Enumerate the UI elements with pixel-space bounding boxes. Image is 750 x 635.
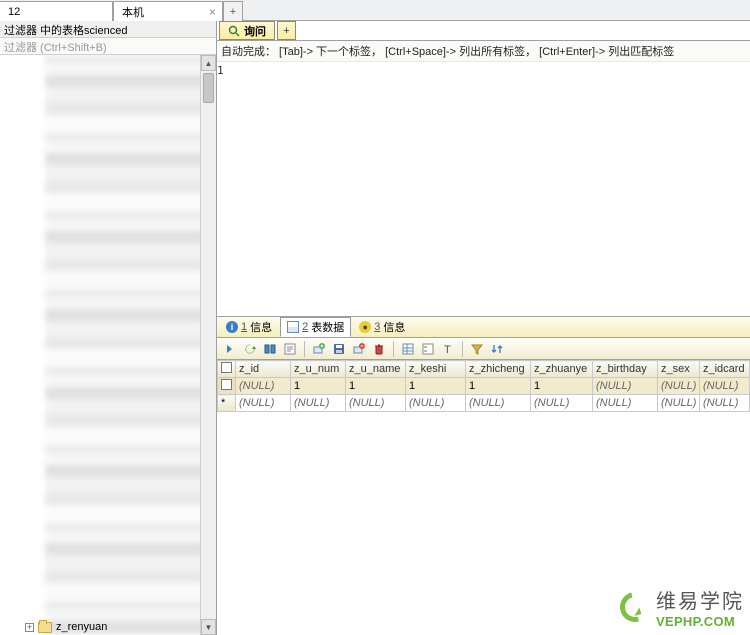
cell[interactable]: 1: [531, 378, 593, 395]
tree-item-label: z_renyuan: [56, 621, 107, 633]
info-icon: i: [226, 321, 238, 333]
table-icon: [287, 321, 299, 333]
query-tab[interactable]: 询问: [219, 21, 275, 40]
query-icon: [228, 25, 240, 37]
svg-text:T: T: [444, 344, 451, 355]
add-row-button[interactable]: [310, 340, 328, 358]
expand-icon[interactable]: +: [25, 623, 34, 632]
cell[interactable]: (NULL): [236, 378, 291, 395]
save-button[interactable]: [330, 340, 348, 358]
tab-number: 3: [374, 321, 380, 333]
plus-icon: +: [230, 6, 236, 18]
separator: [393, 341, 394, 357]
column-header[interactable]: z_zhuanye: [531, 361, 593, 378]
cell[interactable]: (NULL): [236, 395, 291, 412]
cell[interactable]: 1: [466, 378, 531, 395]
cell[interactable]: 1: [346, 378, 406, 395]
top-active-tab[interactable]: 本机 ×: [113, 1, 223, 21]
cell[interactable]: (NULL): [346, 395, 406, 412]
warning-icon: ●: [359, 321, 371, 333]
refresh-button[interactable]: [241, 340, 259, 358]
tab-number: 1: [241, 321, 247, 333]
cell[interactable]: 1: [291, 378, 346, 395]
tab-label: 本机: [122, 4, 144, 20]
select-all-header[interactable]: [218, 361, 236, 378]
column-header[interactable]: z_keshi: [406, 361, 466, 378]
filter-header: 过滤器 中的表格scienced: [0, 21, 216, 38]
row-header[interactable]: *: [218, 395, 236, 412]
column-header[interactable]: z_birthday: [593, 361, 658, 378]
cell[interactable]: (NULL): [531, 395, 593, 412]
table-icon: [38, 622, 52, 633]
top-input-tab[interactable]: [0, 1, 113, 21]
cell[interactable]: (NULL): [593, 395, 658, 412]
header-row: z_id z_u_num z_u_name z_keshi z_zhicheng…: [218, 361, 750, 378]
form-view-button[interactable]: [419, 340, 437, 358]
data-grid[interactable]: z_id z_u_num z_u_name z_keshi z_zhicheng…: [217, 360, 750, 412]
text-button[interactable]: T: [439, 340, 457, 358]
add-tab-button[interactable]: +: [223, 1, 243, 21]
cell[interactable]: (NULL): [658, 395, 700, 412]
blurred-tree-content: [45, 55, 205, 635]
sql-editor[interactable]: 1: [217, 62, 750, 316]
close-icon[interactable]: ×: [209, 5, 216, 19]
filter-hint[interactable]: 过滤器 (Ctrl+Shift+B): [0, 38, 216, 55]
delete-button[interactable]: [370, 340, 388, 358]
query-tab-bar: 询问 +: [217, 21, 750, 41]
separator: [462, 341, 463, 357]
column-header[interactable]: z_id: [236, 361, 291, 378]
tree-scrollbar[interactable]: ▲ ▼: [200, 55, 216, 635]
column-header[interactable]: z_zhicheng: [466, 361, 531, 378]
query-tab-label: 询问: [244, 23, 266, 39]
separator: [304, 341, 305, 357]
row-header[interactable]: [218, 378, 236, 395]
scroll-down-icon[interactable]: ▼: [201, 619, 216, 635]
line-gutter: 1: [217, 62, 225, 316]
top-tab-bar: 本机 × +: [0, 0, 750, 21]
cell[interactable]: (NULL): [291, 395, 346, 412]
tab-info-3[interactable]: ● 3 信息: [352, 317, 412, 337]
data-toolbar: T: [217, 338, 750, 360]
tab-label: 信息: [383, 319, 405, 335]
column-header[interactable]: z_u_name: [346, 361, 406, 378]
cards-view-button[interactable]: [261, 340, 279, 358]
tab-info-1[interactable]: i 1 信息: [219, 317, 279, 337]
checkbox-icon[interactable]: [221, 379, 232, 390]
column-header[interactable]: z_idcard: [700, 361, 750, 378]
cell[interactable]: (NULL): [700, 395, 750, 412]
tab-table-data[interactable]: 2 表数据: [280, 317, 351, 337]
delete-row-button[interactable]: [350, 340, 368, 358]
scroll-up-icon[interactable]: ▲: [201, 55, 216, 71]
result-tab-bar: i 1 信息 2 表数据 ● 3 信息: [217, 316, 750, 338]
table-row[interactable]: *(NULL)(NULL)(NULL)(NULL)(NULL)(NULL)(NU…: [218, 395, 750, 412]
text-view-button[interactable]: [281, 340, 299, 358]
left-panel: 过滤器 中的表格scienced 过滤器 (Ctrl+Shift+B) + z_…: [0, 21, 217, 635]
filter-button[interactable]: [468, 340, 486, 358]
editor-body[interactable]: [225, 62, 750, 316]
cell[interactable]: 1: [406, 378, 466, 395]
grid-view-button[interactable]: [399, 340, 417, 358]
cell[interactable]: (NULL): [466, 395, 531, 412]
tab-number: 2: [302, 321, 308, 333]
sql-autocomplete-hint: 自动完成： [Tab]-> 下一个标签， [Ctrl+Space]-> 列出所有…: [217, 41, 750, 62]
checkbox-icon[interactable]: [221, 362, 232, 373]
tree-item-z-renyuan[interactable]: + z_renyuan: [25, 621, 107, 633]
scroll-thumb[interactable]: [203, 73, 214, 103]
add-query-tab-button[interactable]: +: [277, 21, 296, 40]
cell[interactable]: (NULL): [658, 378, 700, 395]
column-header[interactable]: z_sex: [658, 361, 700, 378]
cell[interactable]: (NULL): [700, 378, 750, 395]
tab-label: 信息: [250, 319, 272, 335]
cell[interactable]: (NULL): [406, 395, 466, 412]
column-header[interactable]: z_u_num: [291, 361, 346, 378]
tab-label: 表数据: [311, 319, 344, 335]
cell[interactable]: (NULL): [593, 378, 658, 395]
right-panel: 询问 + 自动完成： [Tab]-> 下一个标签， [Ctrl+Space]->…: [217, 21, 750, 635]
object-tree[interactable]: + z_renyuan ▲ ▼: [0, 55, 216, 635]
sort-button[interactable]: [488, 340, 506, 358]
top-input[interactable]: [8, 6, 104, 18]
first-row-button[interactable]: [221, 340, 239, 358]
plus-icon: +: [283, 25, 289, 37]
table-row[interactable]: (NULL)11111(NULL)(NULL)(NULL): [218, 378, 750, 395]
